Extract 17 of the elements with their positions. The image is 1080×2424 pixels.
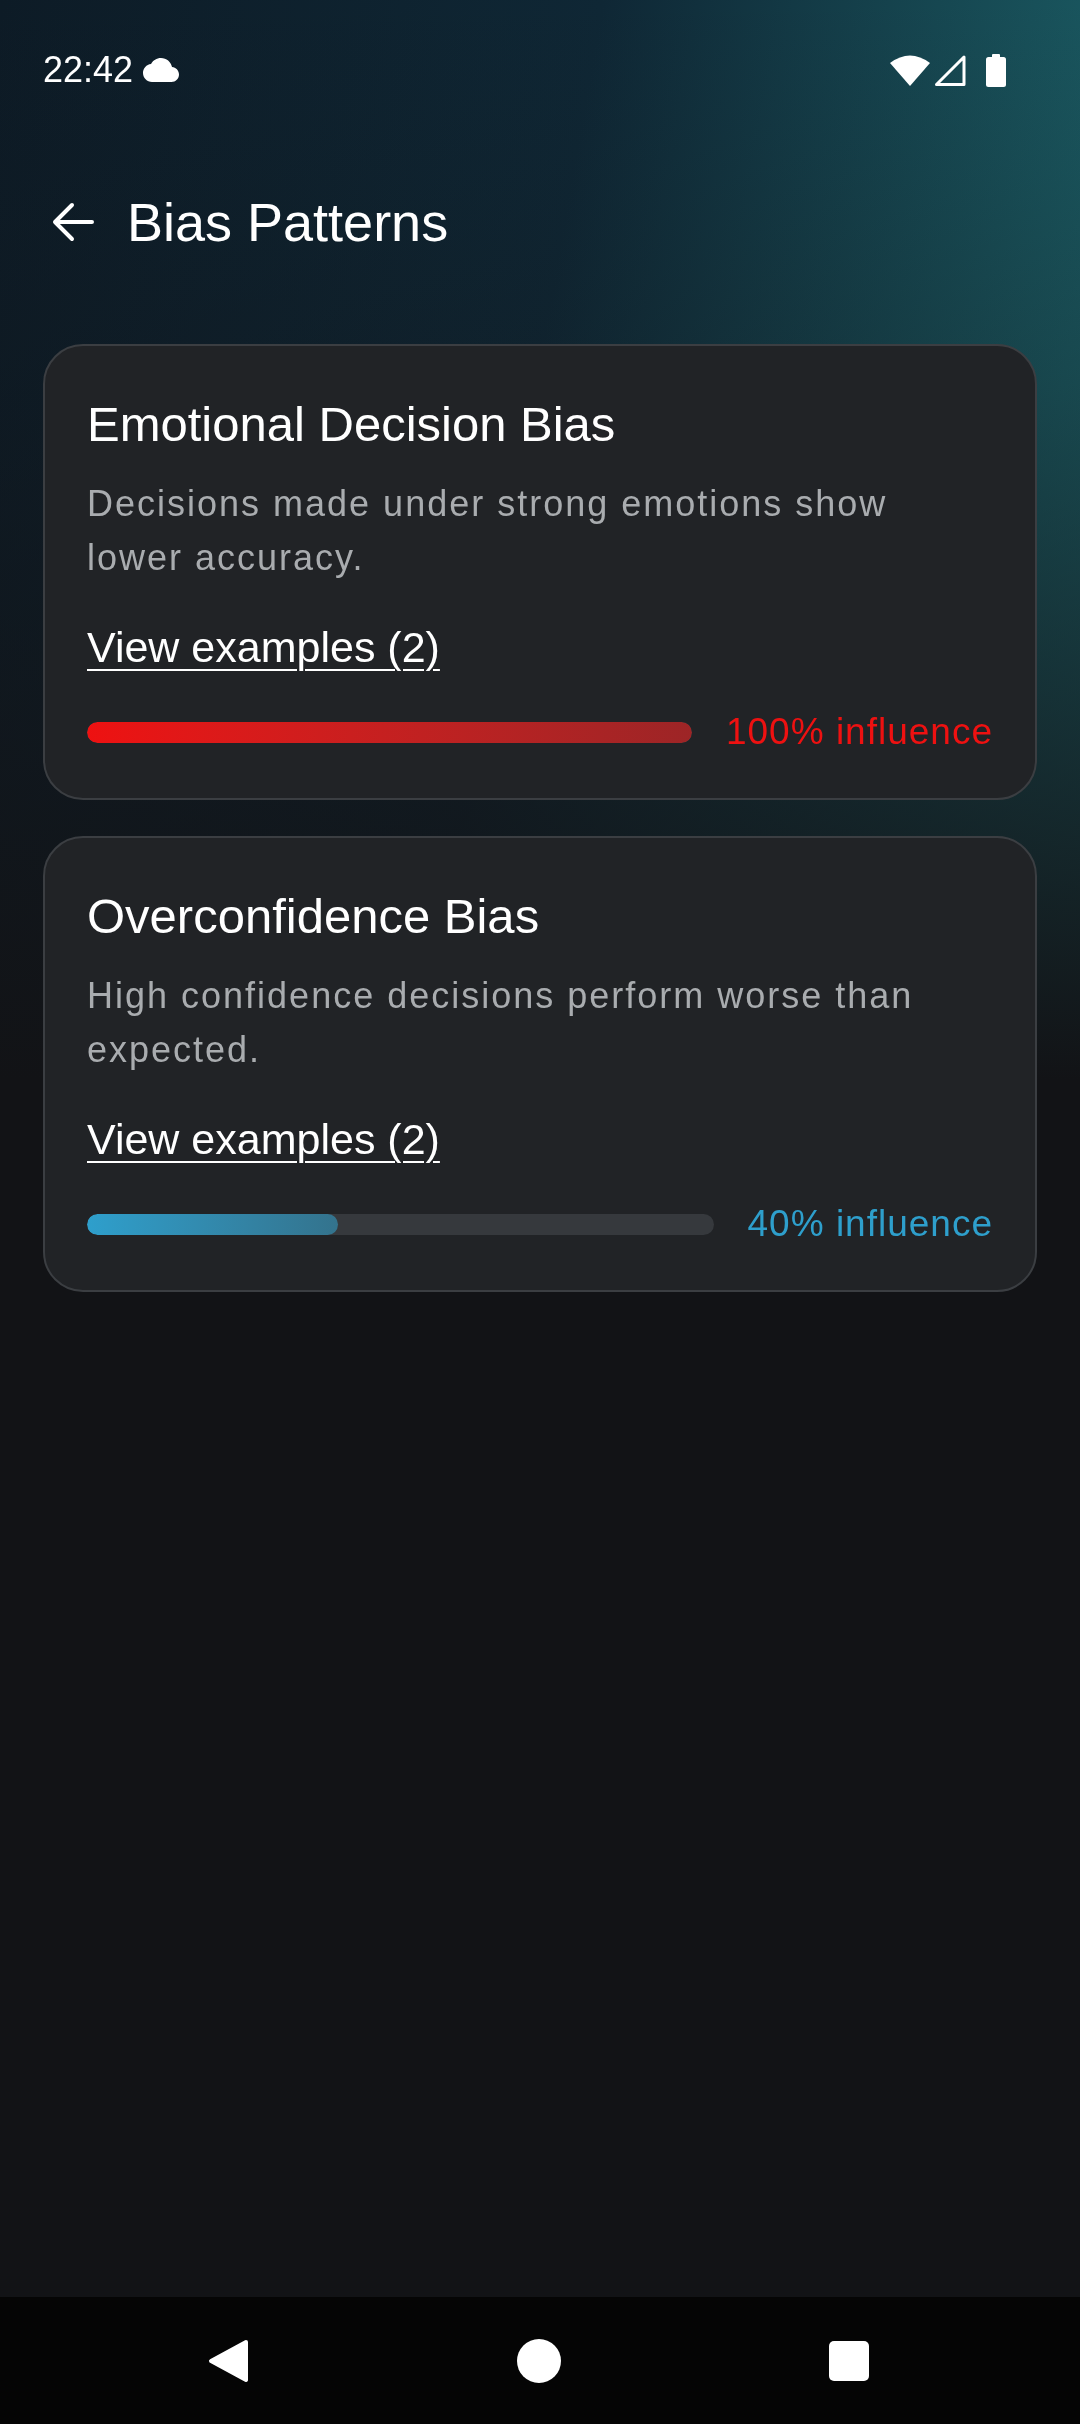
view-examples-link[interactable]: View examples (2) bbox=[87, 622, 440, 672]
signal-icon bbox=[934, 54, 966, 86]
back-arrow-icon[interactable] bbox=[52, 202, 94, 242]
nav-home-icon[interactable] bbox=[517, 2339, 561, 2383]
cloud-icon bbox=[143, 58, 180, 82]
status-time: 22:42 bbox=[43, 50, 134, 90]
card-description: High confidence decisions perform worse than expected. bbox=[87, 974, 915, 1072]
battery-icon bbox=[986, 53, 1006, 87]
influence-label: 100% influence bbox=[725, 710, 993, 754]
view-examples-link[interactable]: View examples (2) bbox=[87, 1114, 440, 1164]
card-title: Overconfidence Bias bbox=[87, 888, 540, 944]
card-title: Emotional Decision Bias bbox=[87, 396, 616, 452]
card-description: Decisions made under strong emotions show lower accuracy. bbox=[87, 482, 889, 580]
influence-label: 40% influence bbox=[747, 1202, 993, 1246]
wifi-icon bbox=[890, 54, 930, 86]
nav-back-icon[interactable] bbox=[208, 2339, 249, 2383]
screen-title: Bias Patterns bbox=[127, 191, 449, 254]
